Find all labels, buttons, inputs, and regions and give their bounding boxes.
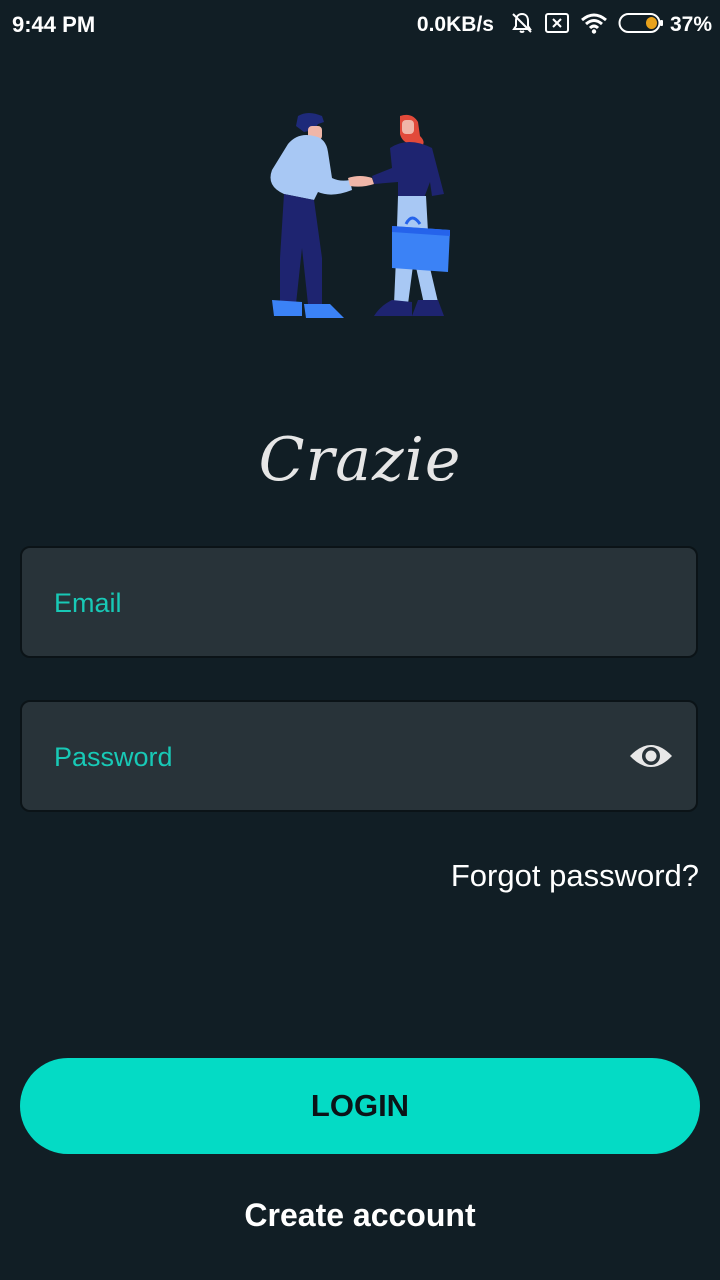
show-password-icon[interactable]	[628, 735, 674, 777]
login-button[interactable]: LOGIN	[20, 1058, 700, 1154]
status-bar: 9:44 PM 0.0KB/s 37%	[0, 0, 720, 52]
brand-logo: Crazie	[258, 425, 462, 495]
bell-off-icon	[510, 11, 534, 40]
password-field-container	[20, 700, 698, 812]
password-field[interactable]	[52, 702, 616, 812]
forgot-password-link[interactable]: Forgot password?	[451, 858, 699, 894]
sim-x-icon	[544, 12, 570, 39]
email-field-container	[20, 546, 698, 658]
status-icons: 0.0KB/s 37%	[417, 10, 712, 40]
email-field[interactable]	[52, 548, 616, 658]
wifi-icon	[580, 12, 608, 39]
battery-icon	[618, 12, 664, 39]
battery-percent: 37%	[669, 13, 712, 36]
handshake-illustration	[262, 108, 458, 320]
network-speed: 0.0KB/s	[416, 13, 494, 36]
status-time: 9:44 PM	[12, 12, 96, 37]
create-account-link[interactable]: Create account	[0, 1197, 720, 1234]
